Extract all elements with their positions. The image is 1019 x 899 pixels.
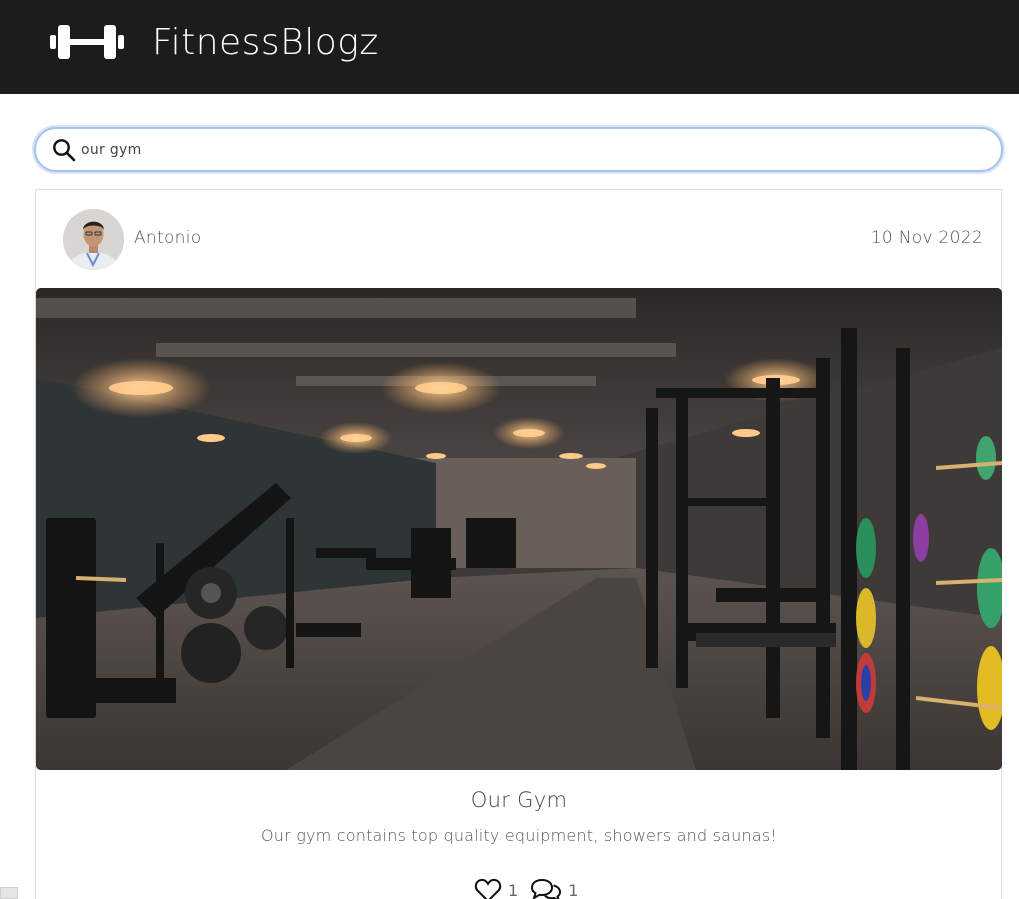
post-excerpt: Our gym contains top quality equipment, … [261,826,777,845]
corner-tab[interactable] [0,887,18,899]
brand-name: FitnessBlogz [152,21,379,63]
comment-button[interactable]: 1 [530,877,590,899]
comments-icon [530,877,562,899]
search-bar[interactable] [34,127,1003,172]
search-icon [52,138,76,166]
like-button[interactable]: 1 [474,877,530,899]
post-card[interactable]: Antonio 10 Nov 2022 Our Gym Our gym cont… [35,189,1002,899]
post-title[interactable]: Our Gym [36,788,1002,812]
brand-link[interactable]: FitnessBlogz [50,14,379,70]
post-image[interactable] [36,288,1002,770]
search-input[interactable] [81,134,981,165]
comment-count: 1 [568,880,579,899]
post-date: 10 Nov 2022 [870,228,983,248]
avatar[interactable] [63,209,124,270]
post-author[interactable]: Antonio [134,228,201,248]
like-count: 1 [508,880,519,899]
navbar: FitnessBlogz [0,0,1019,94]
heart-icon [474,877,502,899]
dumbbell-icon [50,20,124,64]
post-actions: 1 1 [474,877,590,899]
